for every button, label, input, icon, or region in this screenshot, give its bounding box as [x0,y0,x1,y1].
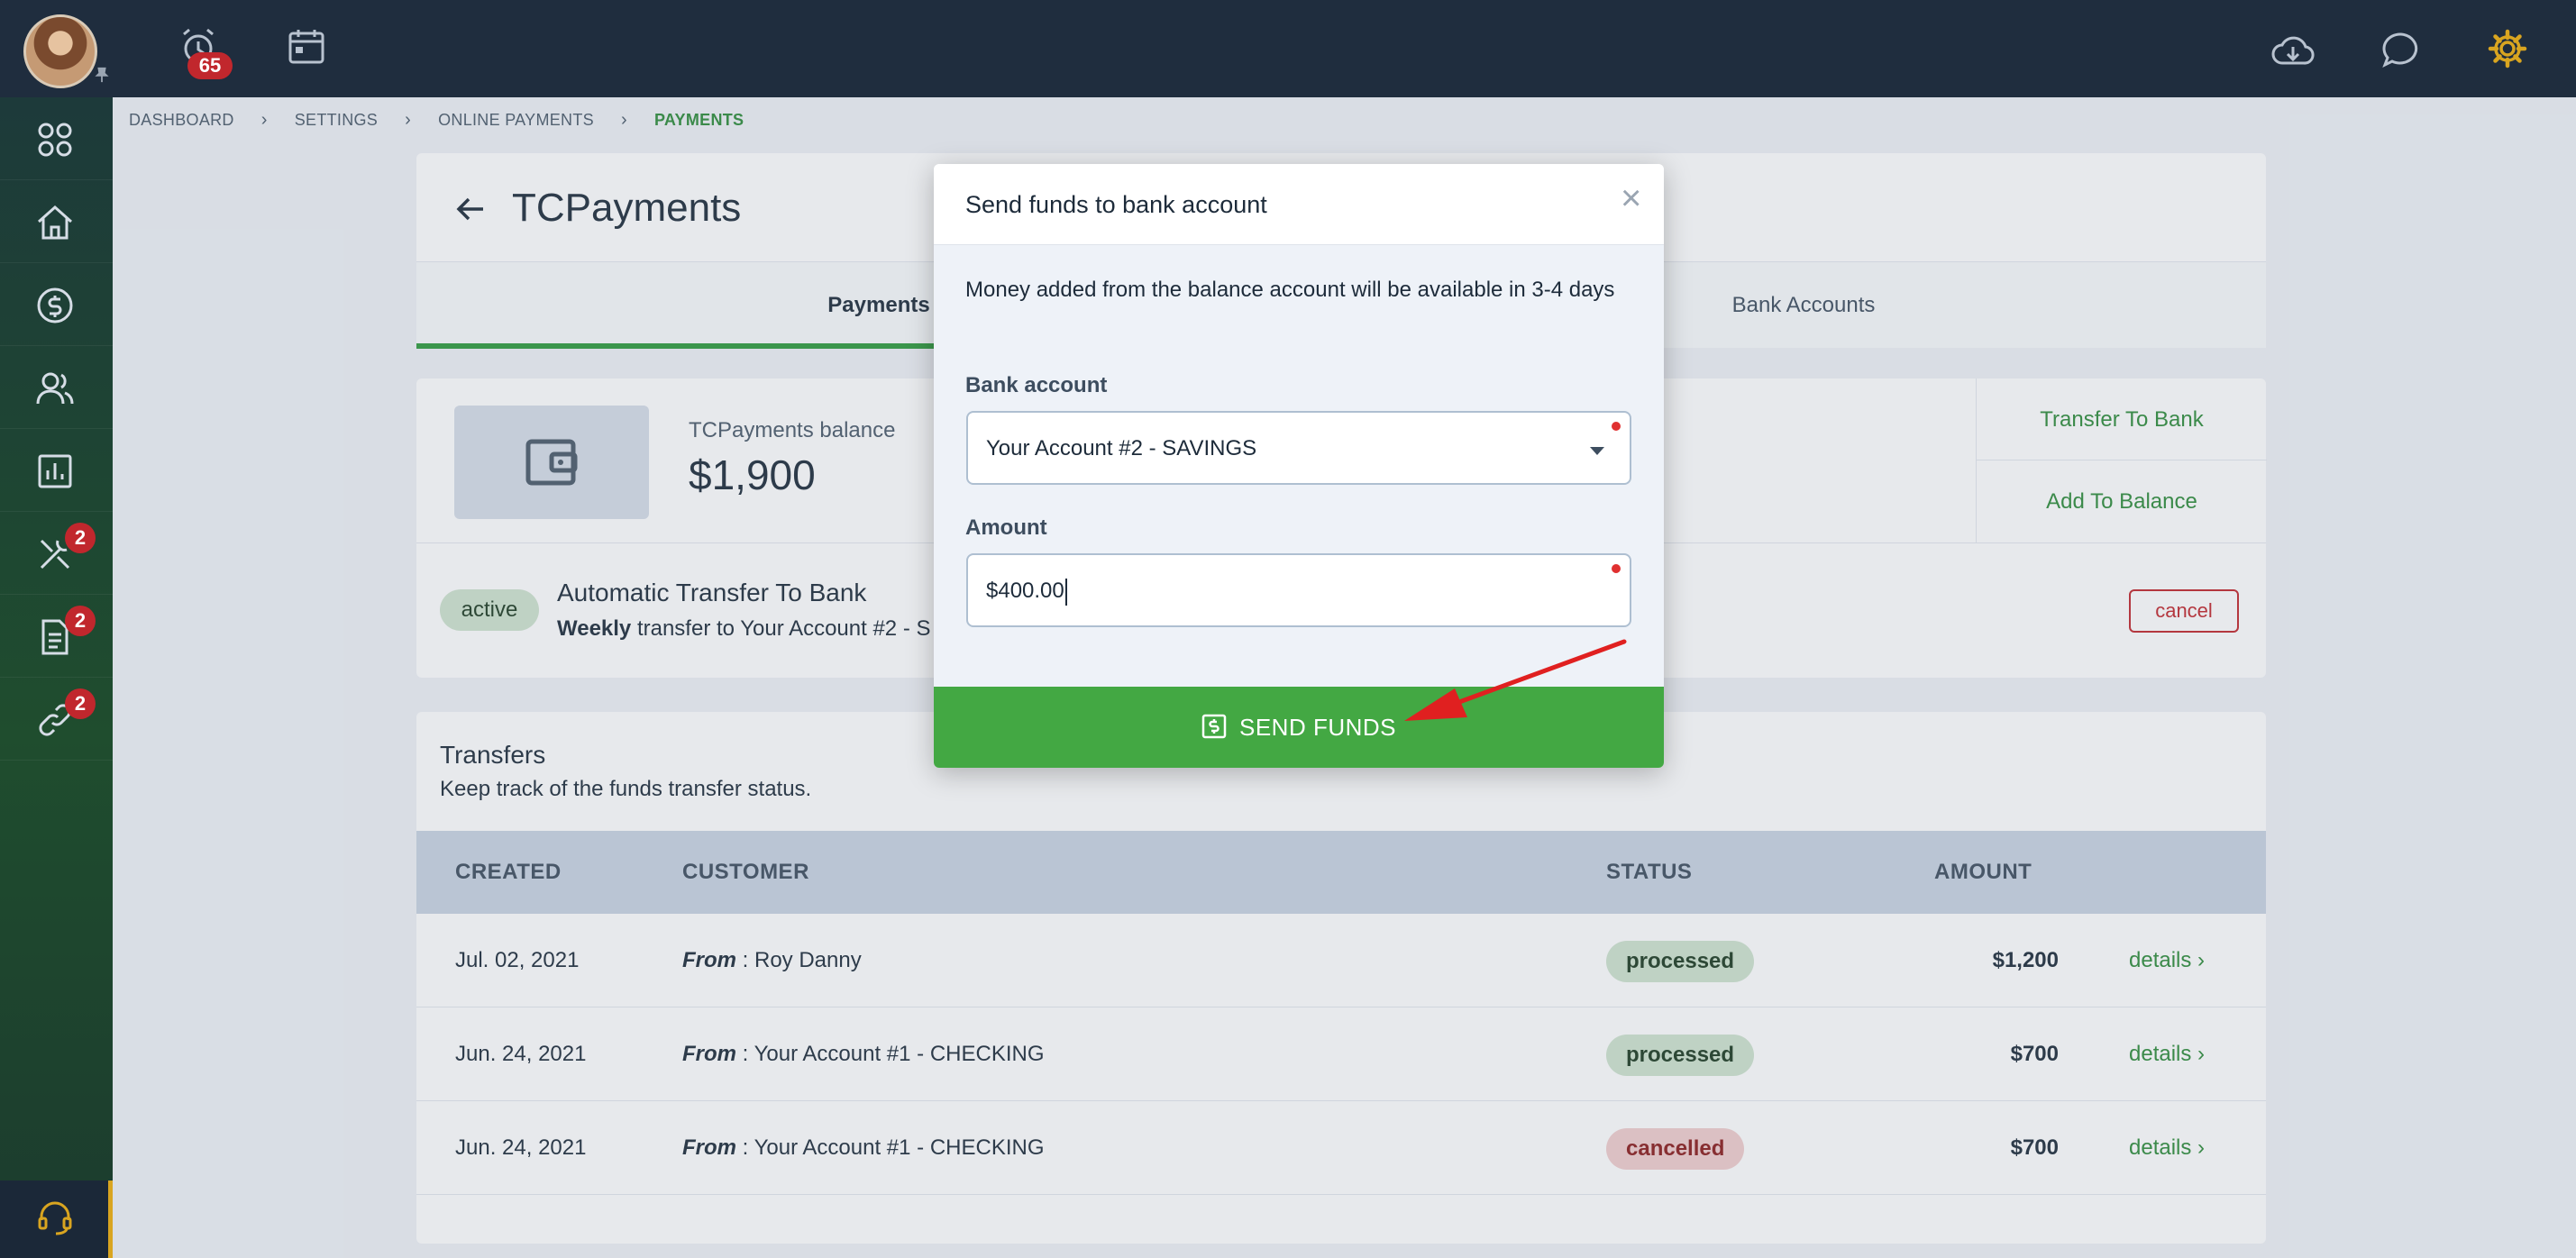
sidebar-item-reports[interactable] [0,429,113,512]
home-icon [38,205,72,240]
text-cursor [1064,578,1067,606]
apps-grid-icon [38,123,72,157]
bank-account-value: Your Account #2 - SAVINGS [986,436,1257,460]
required-indicator [1612,422,1621,431]
chat-icon[interactable] [2380,29,2423,72]
required-indicator [1612,564,1621,573]
bar-chart-icon [38,454,72,488]
sidebar-item-links[interactable]: 2 [0,678,113,761]
sidebar-item-documents[interactable]: 2 [0,595,113,678]
support-button[interactable] [0,1181,113,1258]
user-avatar[interactable] [23,14,97,88]
sidebar-item-customers[interactable] [0,346,113,429]
sidebar-item-tools[interactable]: 2 [0,512,113,595]
bank-account-select[interactable]: Your Account #2 - SAVINGS [966,411,1631,485]
amount-field-content: $400.00 [986,555,1067,627]
notifications-badge: 65 [187,52,233,79]
sidebar-item-apps[interactable] [0,97,113,180]
calendar-icon[interactable] [285,25,328,68]
users-icon [36,372,74,405]
sidebar: 2 2 2 [0,97,113,1258]
links-badge: 2 [65,688,96,719]
modal-header: Send funds to bank account × [934,164,1664,245]
money-icon [1201,714,1227,739]
cloud-download-icon[interactable] [2270,29,2316,72]
modal-note: Money added from the balance account wil… [965,278,1615,302]
sidebar-item-home[interactable] [0,180,113,263]
pin-icon [95,67,109,83]
tools-badge: 2 [65,523,96,553]
modal-title: Send funds to bank account [965,191,1267,218]
headset-icon [38,1201,72,1235]
amount-label: Amount [965,515,1047,540]
chevron-down-icon [1590,447,1604,455]
send-funds-label: SEND FUNDS [1238,714,1396,741]
annotation-arrow-icon [1404,639,1627,721]
bank-account-label: Bank account [965,373,1108,397]
amount-value: $400.00 [986,579,1064,603]
dollar-circle-icon [37,287,73,324]
close-icon[interactable]: × [1621,180,1641,216]
documents-badge: 2 [65,606,96,636]
settings-gear-icon[interactable] [2486,27,2529,70]
sidebar-item-payments[interactable] [0,263,113,346]
top-bar: 65 [0,0,2576,97]
amount-input[interactable]: $400.00 [966,553,1631,627]
